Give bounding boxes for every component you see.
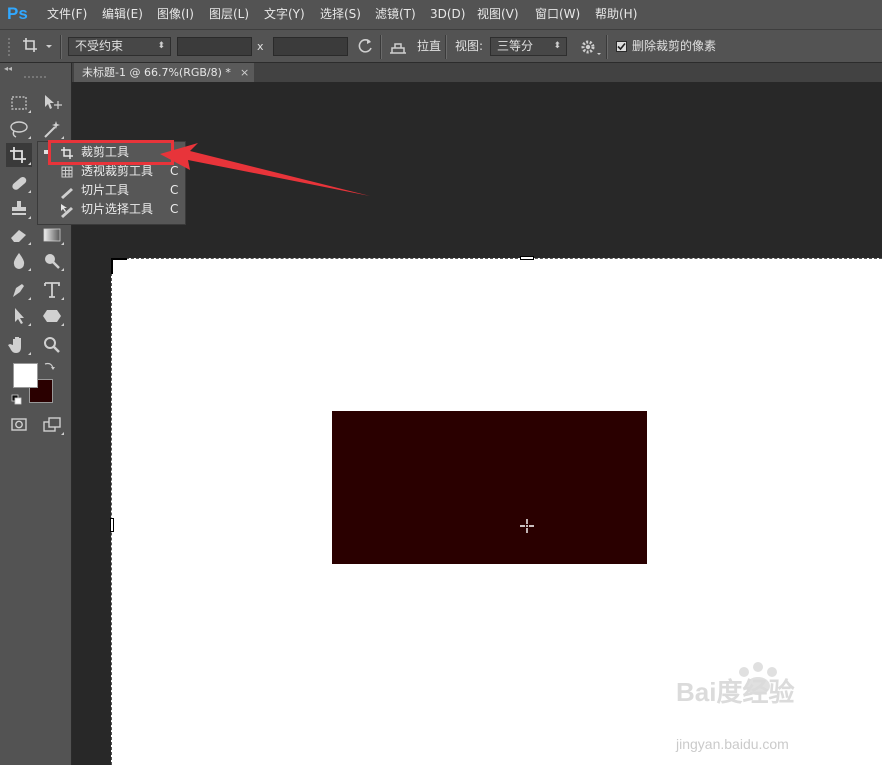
tool-healing[interactable] <box>6 171 32 195</box>
foreground-color-fill <box>14 364 37 387</box>
tool-shape[interactable] <box>39 304 65 328</box>
crosshair-cursor <box>520 519 534 533</box>
watermark-url: jingyan.baidu.com <box>676 736 789 752</box>
tool-dodge[interactable] <box>39 249 65 273</box>
tool-type[interactable] <box>39 278 65 302</box>
menu-layer[interactable]: 图层(L) <box>209 0 249 29</box>
swap-arrows-icon <box>44 362 55 370</box>
crop-handle-left[interactable] <box>110 518 114 532</box>
slice-select-icon <box>58 200 76 224</box>
delete-cropped-checkbox[interactable] <box>616 41 627 52</box>
menu-window[interactable]: 窗口(W) <box>535 0 580 29</box>
tool-lasso[interactable] <box>6 117 32 141</box>
tool-clone-stamp[interactable] <box>6 197 32 221</box>
crosshair-icon <box>520 519 534 533</box>
tool-crop[interactable] <box>6 143 32 167</box>
screen-mode-button[interactable] <box>39 413 65 437</box>
delete-cropped-label[interactable]: 删除裁剪的像素 <box>632 37 716 56</box>
checkmark-icon <box>617 42 626 51</box>
watermark-text: Bai度经验 <box>676 677 795 707</box>
menu-edit[interactable]: 编辑(E) <box>102 0 143 29</box>
quick-mask-icon <box>11 418 27 431</box>
options-separator <box>60 35 62 59</box>
crop-handle-top[interactable] <box>520 256 534 260</box>
close-icon[interactable]: × <box>240 63 252 82</box>
menu-help[interactable]: 帮助(H) <box>595 0 637 29</box>
view-overlay-select[interactable]: 三等分 ⬍ <box>490 37 567 56</box>
menu-view[interactable]: 视图(V) <box>477 0 519 29</box>
rotate-icon <box>358 39 372 53</box>
width-input[interactable] <box>177 37 252 56</box>
photoshop-logo: Ps <box>7 4 28 23</box>
tool-preset-picker[interactable] <box>22 36 52 56</box>
default-colors-button[interactable] <box>11 394 23 406</box>
options-separator <box>606 35 608 59</box>
tool-marquee[interactable] <box>6 91 32 115</box>
menu-file[interactable]: 文件(F) <box>47 0 87 29</box>
tool-gradient[interactable] <box>39 223 65 247</box>
updown-icon: ⬍ <box>157 41 165 51</box>
document-tab[interactable]: 未标题-1 @ 66.7%(RGB/8) * <box>74 63 254 82</box>
tool-move[interactable] <box>39 91 65 115</box>
ratio-select[interactable]: 不受约束 ⬍ <box>68 37 171 56</box>
options-separator <box>380 35 382 59</box>
view-label: 视图: <box>455 39 484 53</box>
watermark-logo: Bai度经验 <box>676 662 795 709</box>
straighten-button[interactable] <box>387 37 409 57</box>
magnifier-icon <box>44 337 60 353</box>
collapse-panel-icon[interactable]: ◂◂ <box>4 65 18 73</box>
tool-pen[interactable] <box>6 278 32 302</box>
foreground-color-swatch[interactable] <box>13 363 38 388</box>
menu-image[interactable]: 图像(I) <box>157 0 194 29</box>
dimension-separator: x <box>257 40 264 53</box>
options-bar: 不受约束 ⬍ x 拉直 视图: 三等分 ⬍ 删除裁剪的像素 <box>0 29 882 63</box>
flyout-item-label: 切片选择工具 <box>81 202 154 216</box>
default-colors-icon <box>11 394 22 405</box>
filled-rectangle <box>332 411 647 564</box>
tool-path-selection[interactable] <box>6 304 32 328</box>
tool-eraser[interactable] <box>6 223 32 247</box>
tool-blur[interactable] <box>6 249 32 273</box>
flyout-item-label: 切片工具 <box>81 183 130 197</box>
crop-handle-top-left[interactable] <box>111 258 127 274</box>
tool-magic-wand[interactable] <box>39 117 65 141</box>
options-bar-grip[interactable] <box>8 38 18 56</box>
menu-type[interactable]: 文字(Y) <box>264 0 305 29</box>
menu-3d[interactable]: 3D(D) <box>430 0 465 29</box>
straighten-icon <box>390 43 406 54</box>
gear-icon <box>581 40 601 55</box>
crop-icon <box>23 38 52 52</box>
annotation-arrow <box>160 143 370 196</box>
menu-bar: Ps 文件(F) 编辑(E) 图像(I) 图层(L) 文字(Y) 选择(S) 滤… <box>0 0 882 29</box>
quick-mask-button[interactable] <box>6 413 32 437</box>
menu-select[interactable]: 选择(S) <box>320 0 361 29</box>
toolbox-grip[interactable] <box>24 76 46 80</box>
ratio-select-value: 不受约束 <box>75 39 124 53</box>
tool-hand[interactable] <box>6 333 32 357</box>
menu-filter[interactable]: 滤镜(T) <box>375 0 416 29</box>
view-overlay-value: 三等分 <box>497 39 534 53</box>
options-separator <box>445 35 447 59</box>
swap-colors-button[interactable] <box>42 360 56 374</box>
move-icon <box>45 95 62 109</box>
swap-dimensions-button[interactable] <box>355 36 375 56</box>
height-input[interactable] <box>273 37 348 56</box>
updown-icon: ⬍ <box>553 41 561 51</box>
tool-zoom[interactable] <box>39 333 65 357</box>
crop-settings-button[interactable] <box>578 36 602 58</box>
straighten-label[interactable]: 拉直 <box>417 37 441 56</box>
